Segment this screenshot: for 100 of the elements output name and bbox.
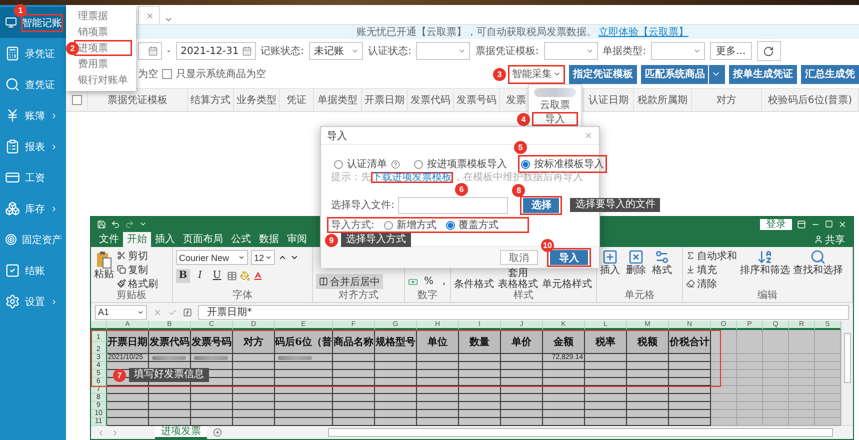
cancel-button[interactable]: 取消	[500, 250, 538, 265]
select-field[interactable]	[651, 42, 706, 60]
radio-button[interactable]	[446, 220, 456, 230]
number-format-button[interactable]: %	[421, 274, 437, 289]
font-name-select[interactable]: Courier New	[176, 250, 248, 265]
ribbon-button[interactable]: 排序和筛选	[740, 249, 790, 290]
sidebar-item[interactable]: 查凭证	[0, 69, 66, 100]
border-icon[interactable]	[227, 270, 237, 280]
help-icon[interactable]	[391, 160, 400, 168]
formula-field[interactable]: 开票日期*	[198, 304, 849, 320]
select-field[interactable]	[416, 42, 470, 60]
toolbar-button[interactable]: 按单生成凭证	[729, 64, 797, 84]
font-color-icon[interactable]	[253, 270, 263, 280]
sheet-tab[interactable]: 进项发票	[155, 426, 207, 439]
radio-button[interactable]	[384, 220, 394, 230]
login-button[interactable]: 登录	[760, 218, 792, 230]
increase-font-icon[interactable]	[278, 253, 287, 262]
save-icon[interactable]	[97, 220, 106, 228]
sidebar-item[interactable]: 账簿	[0, 100, 66, 131]
select-field[interactable]	[544, 42, 598, 60]
radio-button[interactable]	[521, 160, 530, 168]
import-button[interactable]: 导入	[550, 250, 588, 265]
ribbon-button[interactable]: 单元格样式	[542, 280, 592, 290]
ribbon-button[interactable]: 自动求和	[686, 249, 737, 262]
sidebar-item[interactable]: 智能记账 1	[0, 7, 66, 38]
maximize-icon[interactable]	[825, 220, 833, 228]
caret-icon[interactable]	[164, 15, 173, 24]
currency-icon[interactable]	[408, 276, 418, 286]
function-icon[interactable]	[183, 308, 192, 316]
horizontal-scrollbar[interactable]	[328, 428, 833, 437]
caret-icon[interactable]	[139, 220, 147, 228]
sidebar-item[interactable]: 库存	[0, 193, 66, 224]
radio-button[interactable]	[414, 160, 423, 168]
toolbar-button[interactable]: 匹配系统商品	[641, 64, 725, 84]
decrease-font-icon[interactable]	[290, 253, 299, 262]
refresh-button[interactable]	[756, 41, 781, 61]
ribbon-tab[interactable]: 页面布局	[179, 232, 227, 247]
submenu-item[interactable]: 销项票	[74, 24, 132, 40]
radio-button[interactable]	[334, 160, 343, 168]
ribbon-button[interactable]: 清除	[686, 277, 737, 290]
sidebar-item[interactable]: 报表	[0, 131, 66, 162]
ribbon-tab[interactable]: 文件	[95, 232, 123, 247]
name-box[interactable]: A1	[95, 304, 147, 320]
ribbon-button[interactable]: 删除	[626, 249, 646, 276]
check-icon[interactable]	[168, 308, 177, 316]
sidebar-item[interactable]: 结账	[0, 255, 66, 286]
sidebar-item[interactable]: 录凭证	[0, 38, 66, 69]
ribbon-button[interactable]: 套用 表格格式	[498, 269, 538, 290]
chevron-right-icon[interactable]	[111, 428, 119, 436]
submenu-item[interactable]: 理票据	[74, 8, 132, 24]
ribbon-button[interactable]: 条件格式	[454, 280, 494, 290]
add-sheet-icon[interactable]	[213, 428, 222, 437]
sidebar-item[interactable]: 设置	[0, 286, 66, 317]
ribbon-button[interactable]: 剪切	[117, 249, 158, 262]
ribbon-tab[interactable]: 数据	[255, 232, 283, 247]
fill-color-icon[interactable]	[240, 270, 250, 280]
cancel-icon[interactable]	[153, 308, 162, 316]
menu-item[interactable]: 云取票	[532, 98, 578, 112]
toolbar-button[interactable]: 汇总生成凭	[801, 64, 859, 84]
select-field[interactable]: 未记账	[308, 42, 363, 60]
merge-button[interactable]: 合并后居中	[316, 274, 383, 289]
format-button[interactable]: I	[193, 268, 207, 282]
undo-icon[interactable]	[111, 220, 120, 228]
chevron-left-icon[interactable]	[97, 428, 105, 436]
menu-item[interactable]: 导入	[532, 112, 578, 126]
ribbon-button[interactable]: 复制	[117, 263, 158, 276]
font-size-select[interactable]: 12	[251, 250, 275, 265]
sidebar-item[interactable]: 工资	[0, 162, 66, 193]
more-button[interactable]: 更多...	[710, 42, 752, 60]
paste-button[interactable]: 粘贴	[94, 249, 114, 290]
toolbar-button[interactable]: 指定凭证模板	[569, 64, 637, 84]
format-button[interactable]: U	[210, 268, 224, 282]
ribbon-button[interactable]: 填充	[686, 263, 737, 276]
trial-link[interactable]: 立即体验【云取票】	[598, 25, 688, 39]
ribbon-button[interactable]: 插入	[600, 249, 620, 276]
checkbox[interactable]	[72, 95, 82, 105]
collect-menu-button[interactable]: 智能采集	[508, 64, 565, 84]
ribbon-button[interactable]: 格式刷	[117, 277, 158, 290]
vertical-scrollbar[interactable]	[841, 321, 853, 425]
close-icon[interactable]	[146, 12, 154, 20]
share-button[interactable]: 共享	[814, 232, 853, 247]
ribbon-tab[interactable]: 公式	[227, 232, 255, 247]
ribbon-button[interactable]: 格式	[652, 249, 672, 276]
ribbon-button[interactable]: 查找和选择	[793, 249, 843, 290]
ribbon-tab[interactable]: 开始	[123, 232, 151, 247]
submenu-item[interactable]: 银行对账单	[74, 72, 132, 88]
ribbon-tab[interactable]: 插入	[151, 232, 179, 247]
ribbon-tab[interactable]: 审阅	[283, 232, 311, 247]
date-field[interactable]	[138, 42, 162, 60]
choose-button[interactable]: 选择	[523, 198, 560, 212]
sidebar-item[interactable]: 固定资产	[0, 224, 66, 255]
ribbon-display-icon[interactable]	[797, 220, 806, 228]
file-field[interactable]	[398, 196, 508, 214]
select-all-corner[interactable]	[91, 321, 107, 330]
checkbox[interactable]	[162, 69, 172, 79]
submenu-item[interactable]: 费用票	[74, 56, 132, 72]
redo-icon[interactable]	[125, 220, 134, 228]
format-button[interactable]: B	[176, 268, 190, 282]
date-field[interactable]: 2021-12-31	[176, 42, 256, 60]
number-format-button[interactable]: ,	[440, 274, 449, 289]
